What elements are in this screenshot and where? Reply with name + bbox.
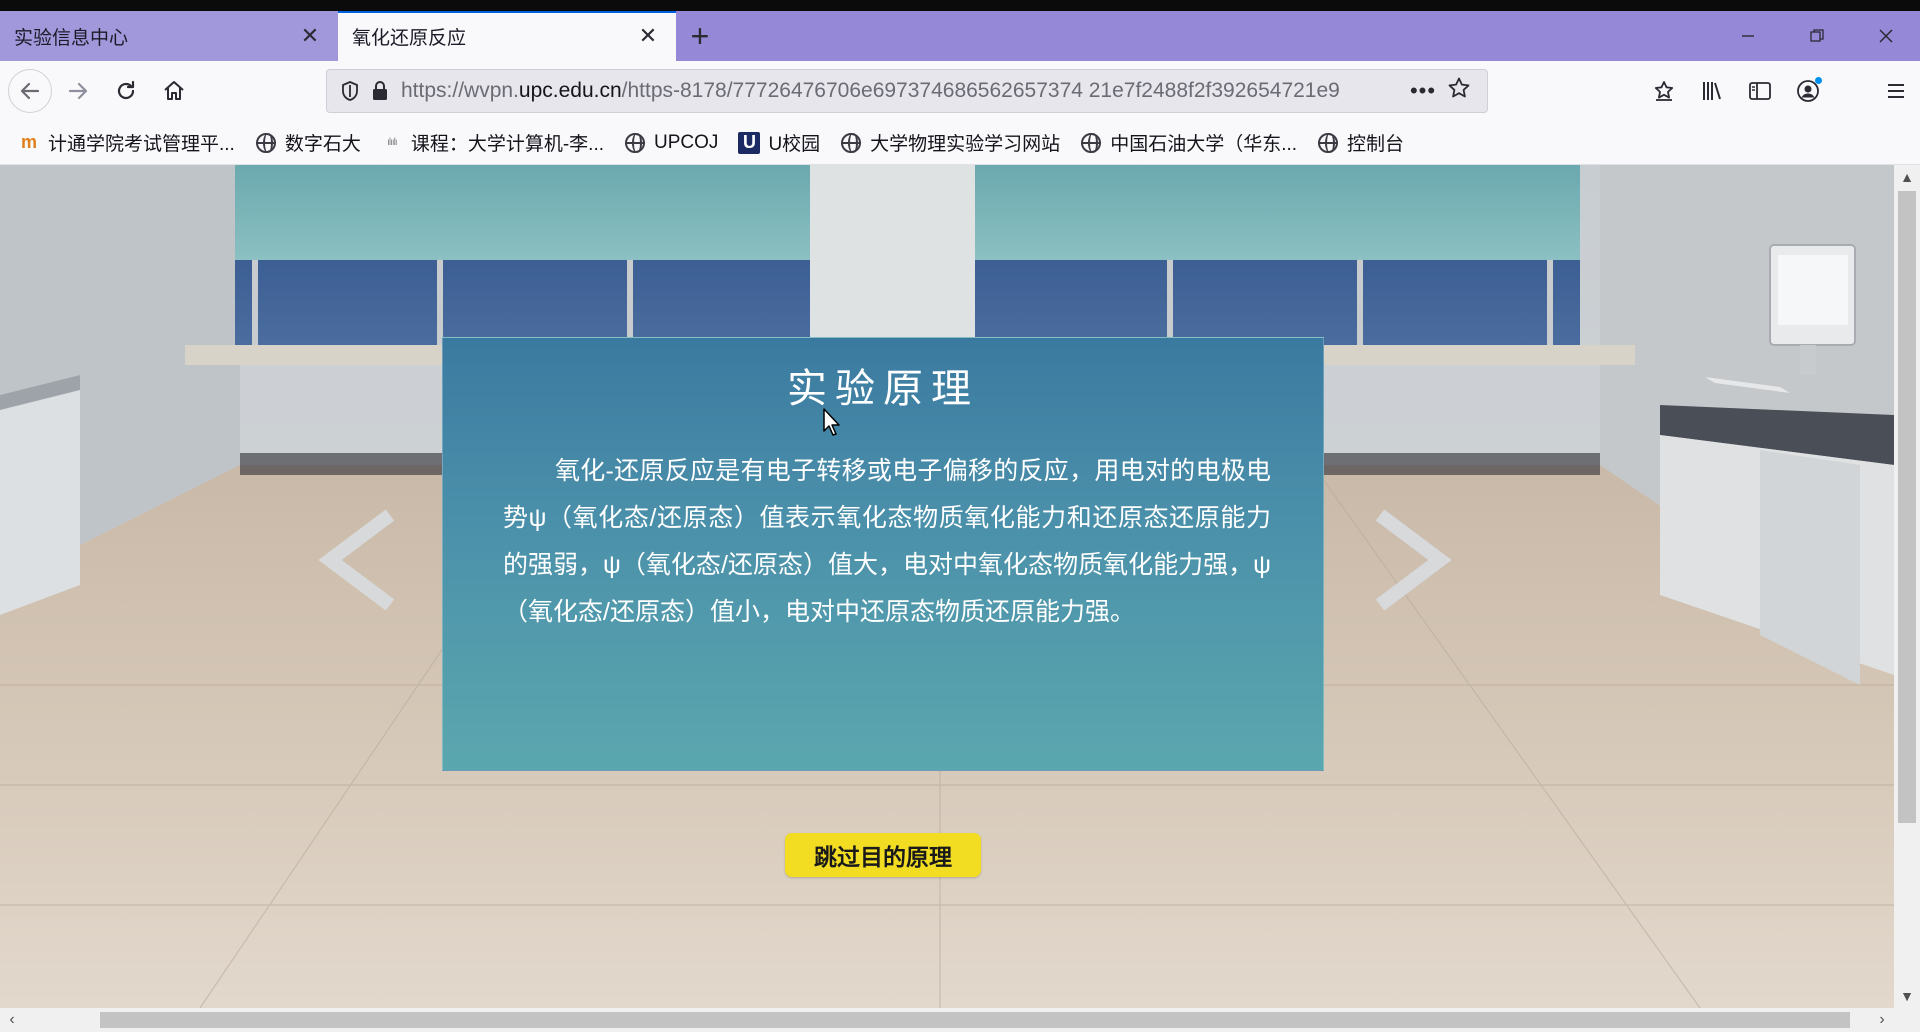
bookmark-label: 课程：大学计算机-李... <box>410 134 605 155</box>
globe-icon <box>840 132 862 154</box>
scroll-left-icon[interactable]: ‹ <box>0 1008 24 1032</box>
reload-icon <box>117 80 135 100</box>
bookmark-item[interactable]: 控制台 <box>1317 129 1404 156</box>
back-button[interactable] <box>8 69 52 113</box>
u-logo-icon: U <box>738 131 761 154</box>
bookmark-label: UPCOJ <box>654 131 719 153</box>
forward-arrow-icon <box>68 82 88 100</box>
download-star-icon <box>1654 81 1674 101</box>
scroll-right-icon[interactable]: › <box>1870 1008 1894 1032</box>
globe-icon <box>624 132 646 154</box>
navigation-toolbar: https://wvpn.upc.edu.cn/https-8178/77726… <box>0 61 1920 121</box>
tab-label: 氧化还原反应 <box>352 27 467 49</box>
bookmark-item[interactable]: U U校园 <box>738 129 820 156</box>
forward-button[interactable] <box>56 69 100 113</box>
account-icon <box>1797 80 1819 102</box>
url-text[interactable]: https://wvpn.upc.edu.cn/https-8178/77726… <box>401 79 1407 103</box>
tab-experiment-info[interactable]: 实验信息中心 ✕ <box>0 11 338 61</box>
account-button[interactable] <box>1784 69 1832 113</box>
menu-button[interactable] <box>1872 69 1920 113</box>
bookmark-label: 控制台 <box>1347 134 1405 155</box>
window-top-edge <box>0 0 1920 11</box>
globe-icon <box>255 132 277 154</box>
url-host: upc.edu.cn <box>518 79 622 102</box>
toolbar-right-buttons <box>1640 61 1920 121</box>
bookmark-star-icon[interactable] <box>1439 76 1479 107</box>
home-icon <box>164 81 184 100</box>
page-actions-button[interactable]: ••• <box>1407 78 1439 104</box>
bookmark-label: 计通学院考试管理平... <box>48 134 235 155</box>
close-icon <box>1878 29 1893 43</box>
bookmark-item[interactable]: 大学物理实验学习网站 <box>840 129 1060 156</box>
close-tab-icon[interactable]: ✕ <box>296 22 324 50</box>
bookmark-label: 中国石油大学（华东... <box>1110 134 1298 155</box>
hamburger-menu-icon <box>1888 84 1904 98</box>
bookmark-label: 大学物理实验学习网站 <box>870 134 1061 155</box>
save-to-pocket-button[interactable] <box>1640 69 1688 113</box>
sidebar-icon <box>1749 82 1771 100</box>
close-tab-icon[interactable]: ✕ <box>634 22 662 50</box>
previous-slide-arrow-icon[interactable] <box>315 510 405 610</box>
lock-icon[interactable] <box>365 81 395 101</box>
bookmark-item[interactable]: m 计通学院考试管理平... <box>18 129 235 156</box>
globe-icon <box>1080 132 1102 154</box>
horizontal-scroll-thumb[interactable] <box>100 1012 1850 1028</box>
window-controls <box>1713 11 1920 61</box>
page-content: 实验原理 氧化-还原反应是有电子转移或电子偏移的反应，用电对的电极电势ψ（氧化态… <box>0 165 1894 1008</box>
tracking-protection-shield-icon[interactable] <box>335 81 365 101</box>
panel-body-text: 氧化-还原反应是有电子转移或电子偏移的反应，用电对的电极电势ψ（氧化态/还原态）… <box>503 457 1271 626</box>
minimize-button[interactable] <box>1713 11 1782 61</box>
sidebar-toggle-button[interactable] <box>1736 69 1784 113</box>
bookmark-item[interactable]: ılıılı 课程：大学计算机-李... <box>381 129 604 156</box>
bookmark-label: U校园 <box>768 134 821 155</box>
horizontal-scrollbar[interactable]: ‹ › <box>0 1008 1894 1032</box>
library-icon <box>1703 82 1721 100</box>
url-bar[interactable]: https://wvpn.upc.edu.cn/https-8178/77726… <box>326 69 1488 113</box>
bookmark-item[interactable]: 数字石大 <box>255 129 361 156</box>
cisco-logo-icon: ılıılı <box>387 137 398 148</box>
globe-icon <box>1317 132 1339 154</box>
scroll-down-icon[interactable]: ▼ <box>1894 984 1920 1008</box>
tab-redox-reaction[interactable]: 氧化还原反应 ✕ <box>338 11 676 61</box>
url-prefix: https://wvpn. <box>401 79 519 102</box>
experiment-principle-panel: 实验原理 氧化-还原反应是有电子转移或电子偏移的反应，用电对的电极电势ψ（氧化态… <box>442 337 1324 771</box>
mouse-cursor-icon <box>823 408 840 436</box>
minimize-icon <box>1741 35 1754 37</box>
url-path: /https-8178/77726476706e6973746865626573… <box>621 79 1340 102</box>
vertical-scroll-thumb[interactable] <box>1898 191 1916 823</box>
scroll-up-icon[interactable]: ▲ <box>1894 165 1920 189</box>
tab-label: 实验信息中心 <box>14 27 129 49</box>
home-button[interactable] <box>152 69 196 113</box>
panel-title: 实验原理 <box>787 366 979 412</box>
vertical-scrollbar[interactable]: ▲ ▼ <box>1894 165 1920 1008</box>
bookmark-label: 数字石大 <box>284 134 361 155</box>
back-arrow-icon <box>20 82 40 100</box>
restore-icon <box>1809 29 1824 42</box>
tab-strip: 实验信息中心 ✕ 氧化还原反应 ✕ + <box>0 11 1920 61</box>
bookmark-item[interactable]: UPCOJ <box>624 132 718 154</box>
school-logo-icon: m <box>20 132 37 152</box>
library-button[interactable] <box>1688 69 1736 113</box>
next-slide-arrow-icon[interactable] <box>1365 510 1455 610</box>
scrollbar-corner <box>1894 1008 1920 1032</box>
bookmark-item[interactable]: 中国石油大学（华东... <box>1080 129 1297 156</box>
skip-principle-button[interactable]: 跳过目的原理 <box>785 833 981 877</box>
restore-button[interactable] <box>1782 11 1851 61</box>
new-tab-button[interactable]: + <box>676 11 724 61</box>
close-window-button[interactable] <box>1851 11 1920 61</box>
reload-button[interactable] <box>104 69 148 113</box>
bookmarks-toolbar: m 计通学院考试管理平... 数字石大 ılıılı 课程：大学计算机-李... U… <box>0 121 1920 165</box>
